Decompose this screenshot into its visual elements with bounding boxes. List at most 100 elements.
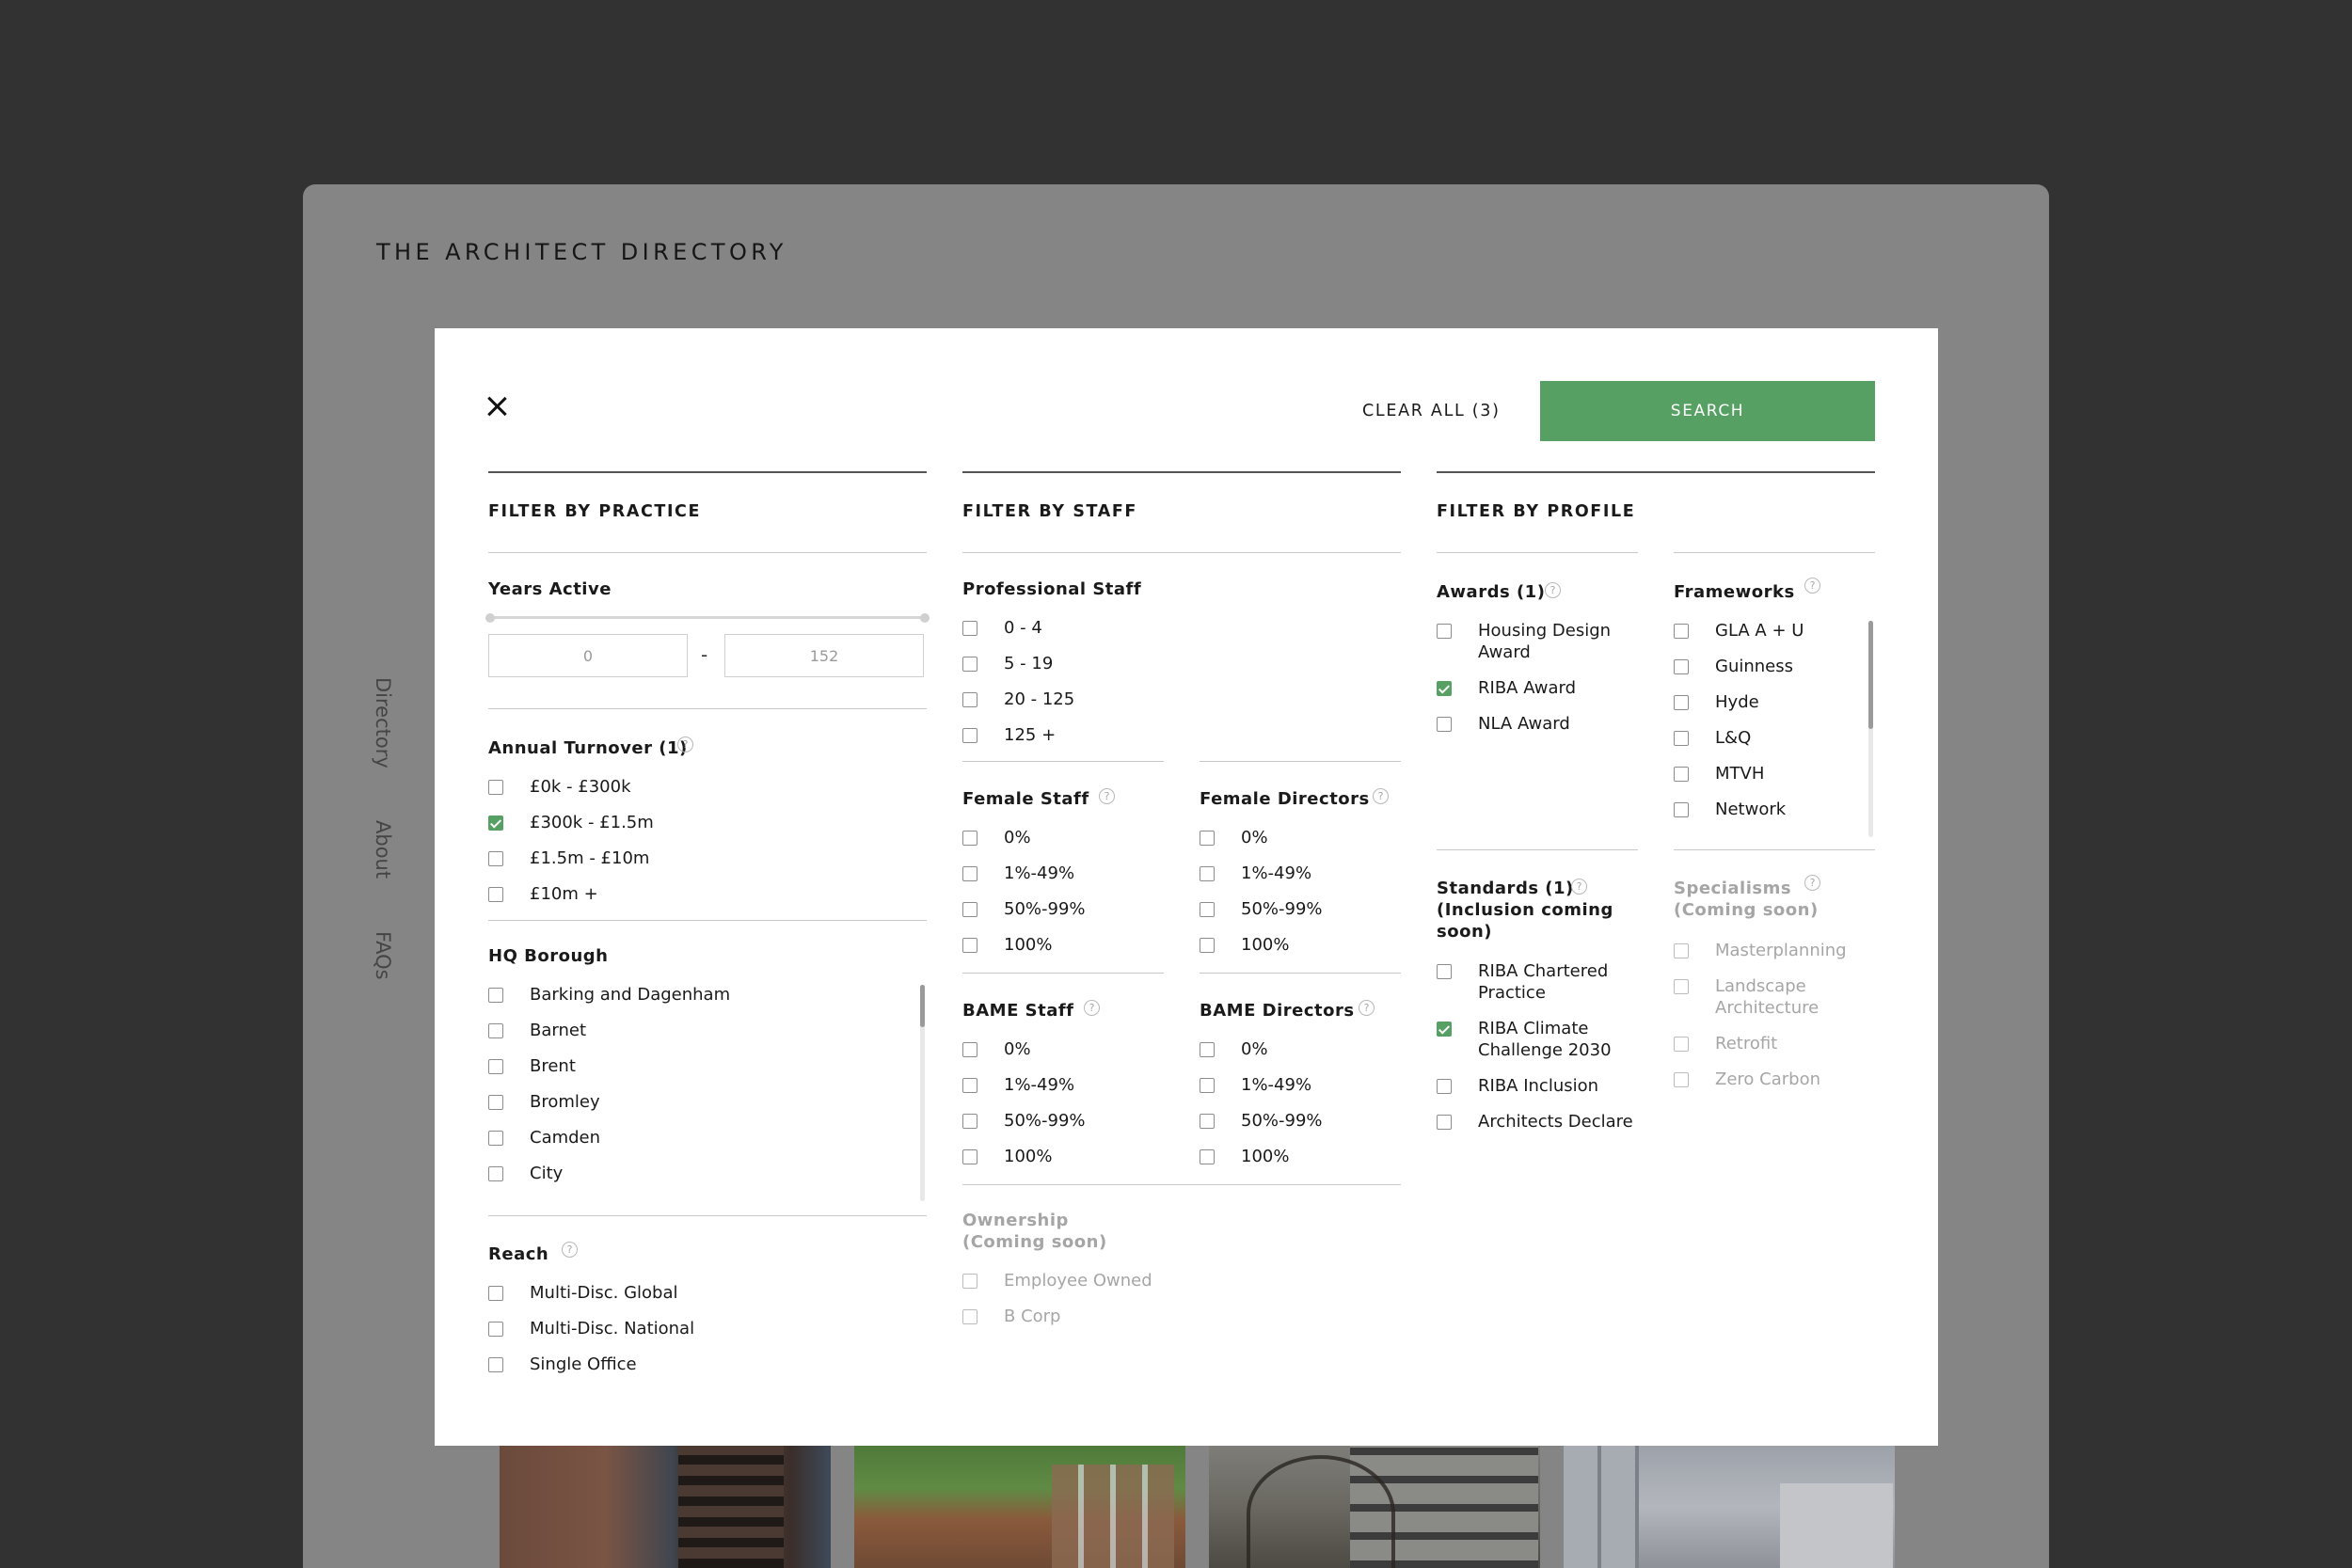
checkbox[interactable] [1437,1079,1452,1094]
help-icon[interactable]: ? [1084,1000,1100,1016]
checkbox[interactable] [1200,1149,1215,1164]
checkbox[interactable] [488,1059,503,1074]
checkbox[interactable] [1200,1114,1215,1129]
help-icon[interactable]: ? [1804,578,1820,594]
checkbox[interactable] [1674,624,1689,639]
checkbox[interactable] [1437,717,1452,732]
checkbox-checked[interactable] [1437,1022,1452,1037]
help-icon[interactable]: ? [1545,582,1561,598]
checkbox[interactable] [1437,1115,1452,1130]
help-icon[interactable]: ? [1571,879,1587,895]
site-title[interactable]: THE ARCHITECT DIRECTORY [376,239,787,265]
checkbox[interactable] [1200,902,1215,917]
help-icon[interactable]: ? [677,736,693,752]
specialisms-label: Specialisms (Coming soon) [1674,878,1819,921]
years-active-label: Years Active [488,579,612,599]
divider [962,471,1401,473]
checkbox[interactable] [1200,866,1215,881]
professional-staff-label: Professional Staff [962,579,1142,599]
project-thumbnail[interactable] [1209,1446,1540,1568]
checkbox[interactable] [488,1357,503,1372]
divider [1200,761,1401,762]
years-max-input[interactable]: 152 [724,634,924,677]
checkbox[interactable] [1200,831,1215,846]
hq-borough-label: HQ Borough [488,946,609,966]
nav-faqs[interactable]: FAQs [372,931,394,980]
specialisms-title: Specialisms [1674,879,1792,898]
filter-practice-title: FILTER BY PRACTICE [488,502,702,521]
female-staff-label: Female Staff [962,789,1089,809]
filter-profile-title: FILTER BY PROFILE [1437,502,1636,521]
years-active-slider[interactable] [485,612,930,623]
divider [962,761,1164,762]
checkbox[interactable] [962,1149,977,1164]
checkbox[interactable] [962,657,977,672]
nav-directory[interactable]: Directory [372,677,394,768]
scrollbar-thumb[interactable] [1868,621,1873,729]
divider [1437,849,1638,850]
checkbox[interactable] [962,902,977,917]
checkbox[interactable] [962,1078,977,1093]
inclusion-note: (Inclusion coming soon) [1437,900,1613,942]
checkbox[interactable] [1674,767,1689,782]
bame-staff-label: BAME Staff [962,1001,1074,1021]
checkbox[interactable] [962,1042,977,1057]
checkbox[interactable] [488,1322,503,1337]
project-thumbnail[interactable] [500,1446,831,1568]
slider-min-handle[interactable] [485,612,495,623]
checkbox[interactable] [962,866,977,881]
checkbox[interactable] [1674,802,1689,817]
help-icon[interactable]: ? [1099,788,1115,804]
search-button[interactable]: SEARCH [1540,381,1875,441]
female-directors-label: Female Directors [1200,789,1370,809]
checkbox [1674,1072,1689,1087]
checkbox[interactable] [488,1286,503,1301]
frameworks-scrollbar[interactable] [1868,621,1873,837]
checkbox[interactable] [962,1114,977,1129]
help-icon[interactable]: ? [562,1242,578,1258]
checkbox-checked[interactable] [488,816,503,831]
checkbox [1674,979,1689,994]
checkbox-checked[interactable] [1437,681,1452,696]
checkbox[interactable] [488,1095,503,1110]
borough-scrollbar[interactable] [920,985,925,1201]
checkbox [1674,1037,1689,1052]
slider-max-handle[interactable] [920,612,930,623]
project-thumbnail[interactable] [1564,1446,1895,1568]
checkbox[interactable] [1674,695,1689,710]
checkbox[interactable] [488,1166,503,1181]
checkbox[interactable] [962,621,977,636]
reach-label: Reach [488,1244,549,1264]
checkbox[interactable] [488,988,503,1003]
clear-all-button[interactable]: CLEAR ALL (3) [1362,402,1501,420]
scrollbar-thumb[interactable] [920,985,925,1027]
checkbox[interactable] [962,831,977,846]
divider [1437,552,1638,553]
standards-title: Standards (1) [1437,879,1574,898]
checkbox[interactable] [1674,659,1689,674]
checkbox[interactable] [962,938,977,953]
checkbox[interactable] [1200,1078,1215,1093]
checkbox[interactable] [488,887,503,902]
checkbox[interactable] [1437,964,1452,979]
bame-directors-label: BAME Directors [1200,1001,1355,1021]
divider [962,973,1164,974]
checkbox[interactable] [488,1023,503,1038]
project-thumbnail[interactable] [854,1446,1185,1568]
years-min-input[interactable]: 0 [488,634,688,677]
checkbox[interactable] [1437,624,1452,639]
checkbox[interactable] [488,851,503,866]
checkbox[interactable] [1200,938,1215,953]
divider [488,920,927,921]
checkbox[interactable] [962,692,977,707]
close-icon[interactable] [486,396,507,417]
filter-staff-title: FILTER BY STAFF [962,502,1137,521]
checkbox[interactable] [488,1131,503,1146]
help-icon[interactable]: ? [1359,1000,1375,1016]
help-icon[interactable]: ? [1373,788,1389,804]
checkbox[interactable] [1674,731,1689,746]
checkbox[interactable] [488,780,503,795]
checkbox[interactable] [1200,1042,1215,1057]
checkbox[interactable] [962,728,977,743]
nav-about[interactable]: About [372,820,394,879]
